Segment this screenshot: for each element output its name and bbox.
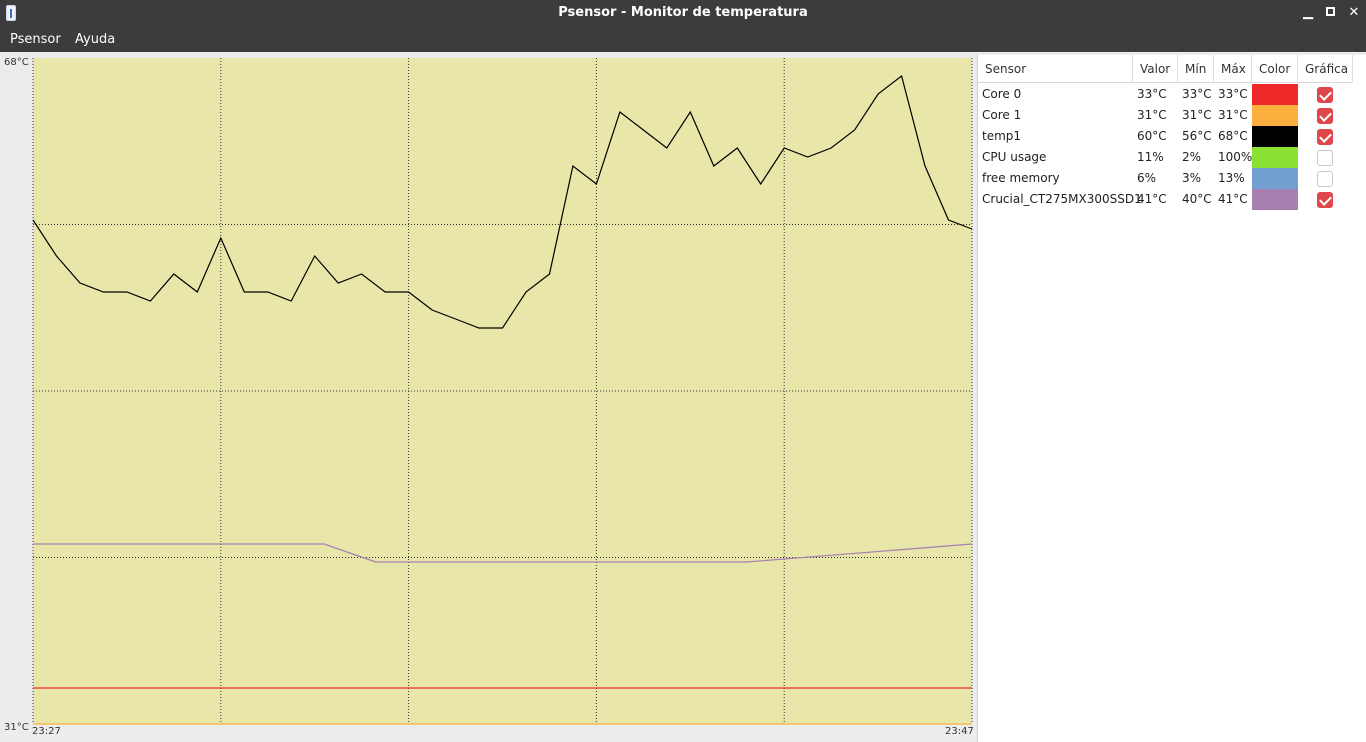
cell-min: 40°C: [1182, 192, 1212, 206]
menu-bar: Psensor Ayuda: [0, 26, 1366, 52]
cell-valor: 33°C: [1137, 87, 1167, 101]
cell-max: 33°C: [1218, 87, 1248, 101]
cell-sensor: free memory: [982, 171, 1060, 185]
color-swatch[interactable]: [1252, 126, 1298, 147]
graph-checkbox[interactable]: [1317, 87, 1333, 103]
graph-area: 68°C 31°C 23:27 23:47: [0, 52, 975, 742]
color-swatch[interactable]: [1252, 147, 1298, 168]
maximize-button[interactable]: [1320, 3, 1340, 23]
table-row[interactable]: free memory 6% 3% 13%: [978, 168, 1353, 189]
column-valor[interactable]: Valor: [1133, 55, 1178, 83]
x-end-label: 23:47: [945, 726, 974, 737]
graph-checkbox[interactable]: [1317, 108, 1333, 124]
graph-checkbox[interactable]: [1317, 150, 1333, 166]
cell-max: 13%: [1218, 171, 1245, 185]
table-row[interactable]: Core 1 31°C 31°C 31°C: [978, 105, 1353, 126]
table-row[interactable]: temp1 60°C 56°C 68°C: [978, 126, 1353, 147]
y-max-label: 68°C: [4, 57, 29, 68]
color-swatch[interactable]: [1252, 168, 1298, 189]
x-start-label: 23:27: [32, 726, 61, 737]
graph-checkbox[interactable]: [1317, 192, 1333, 208]
cell-sensor: Core 1: [982, 108, 1022, 122]
column-min[interactable]: Mín: [1178, 55, 1214, 83]
cell-valor: 31°C: [1137, 108, 1167, 122]
cell-max: 68°C: [1218, 129, 1248, 143]
cell-valor: 11%: [1137, 150, 1164, 164]
table-row[interactable]: Core 0 33°C 33°C 33°C: [978, 84, 1353, 105]
sensor-table: Sensor Valor Mín Máx Color Gráfica Core …: [977, 55, 1366, 742]
title-bar: Psensor - Monitor de temperatura ▁ ✕: [0, 0, 1366, 26]
column-max[interactable]: Máx: [1214, 55, 1252, 83]
cell-max: 31°C: [1218, 108, 1248, 122]
color-swatch[interactable]: [1252, 84, 1298, 105]
close-button[interactable]: ✕: [1344, 3, 1364, 23]
cell-min: 33°C: [1182, 87, 1212, 101]
column-sensor[interactable]: Sensor: [978, 55, 1133, 83]
cell-valor: 60°C: [1137, 129, 1167, 143]
table-header: Sensor Valor Mín Máx Color Gráfica: [978, 55, 1353, 83]
temperature-graph: [32, 58, 973, 725]
cell-sensor: Crucial_CT275MX300SSD1: [982, 192, 1142, 206]
cell-sensor: CPU usage: [982, 150, 1047, 164]
color-swatch[interactable]: [1252, 105, 1298, 126]
graph-checkbox[interactable]: [1317, 171, 1333, 187]
color-swatch[interactable]: [1252, 189, 1298, 210]
graph-checkbox[interactable]: [1317, 129, 1333, 145]
menu-psensor[interactable]: Psensor: [10, 32, 61, 47]
cell-min: 56°C: [1182, 129, 1212, 143]
column-color[interactable]: Color: [1252, 55, 1298, 83]
cell-sensor: Core 0: [982, 87, 1022, 101]
cell-min: 3%: [1182, 171, 1202, 185]
cell-max: 41°C: [1218, 192, 1248, 206]
window-title: Psensor - Monitor de temperatura: [558, 5, 808, 20]
cell-valor: 41°C: [1137, 192, 1167, 206]
maximize-icon: [1325, 7, 1335, 16]
cell-min: 31°C: [1182, 108, 1212, 122]
table-row[interactable]: CPU usage 11% 2% 100%: [978, 147, 1353, 168]
cell-sensor: temp1: [982, 129, 1022, 143]
cell-max: 100%: [1218, 150, 1253, 164]
column-grafica[interactable]: Gráfica: [1298, 55, 1353, 83]
table-row[interactable]: Crucial_CT275MX300SSD1 41°C 40°C 41°C: [978, 189, 1353, 210]
minimize-button[interactable]: ▁: [1298, 3, 1318, 23]
cell-min: 2%: [1182, 150, 1202, 164]
y-min-label: 31°C: [4, 722, 29, 733]
menu-ayuda[interactable]: Ayuda: [75, 32, 115, 47]
cell-valor: 6%: [1137, 171, 1157, 185]
